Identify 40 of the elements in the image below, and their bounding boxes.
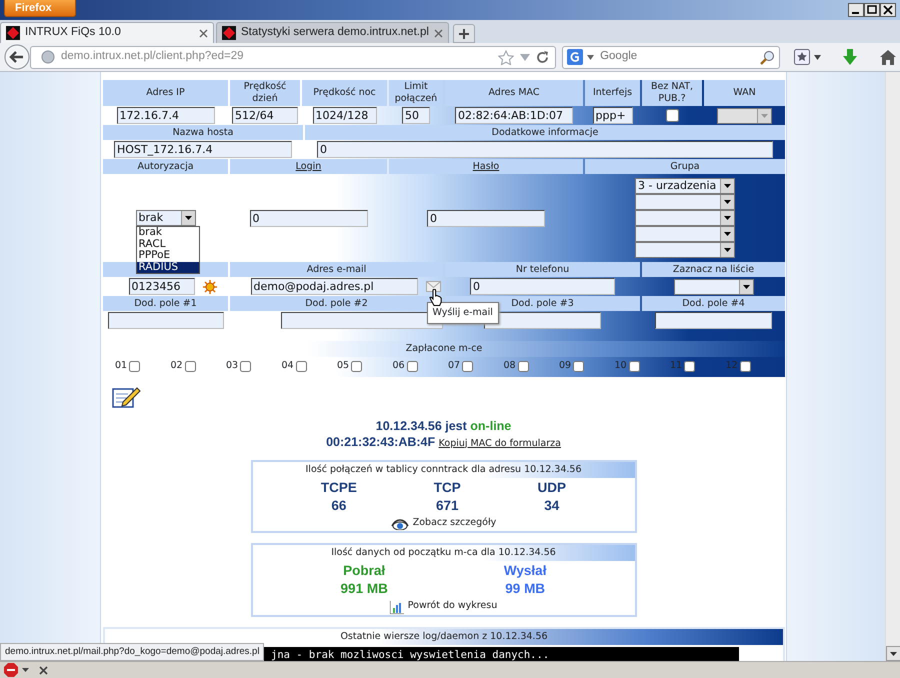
field-label: Adres MAC [445, 80, 583, 106]
field-label: Nazwa hosta [103, 125, 303, 140]
stat-label: UDP [538, 480, 566, 496]
field-label: Dodatkowe informacje [305, 125, 785, 140]
month-label: 08 [504, 359, 516, 374]
month-label: 07 [448, 359, 460, 374]
field-label: Prędkość dzień [230, 80, 300, 106]
month-label: 04 [282, 359, 294, 374]
month-label: 03 [226, 359, 238, 374]
stat-value: 99 MB [505, 581, 546, 598]
field-label: Adres IP [103, 80, 228, 106]
month-label: 06 [392, 359, 405, 374]
stat-value: 66 [331, 498, 346, 514]
month-label: 09 [559, 359, 572, 374]
field-label: Nr telefonu [445, 262, 640, 277]
field-label: Dod. pole #4 [642, 296, 785, 311]
month-label: 02 [170, 359, 183, 374]
field-label: Autoryzacja [103, 159, 228, 174]
stat-value: 671 [436, 498, 458, 514]
field-label: WAN [704, 80, 785, 106]
month-label: 01 [115, 359, 128, 374]
stat-value: 34 [544, 498, 560, 514]
month-label: 12 [726, 359, 738, 374]
field-label: Bez NAT, PUB.? [642, 80, 702, 106]
field-label: Dod. pole #1 [103, 296, 228, 311]
status-link-preview: demo.intrux.net.pl/mail.php?do_kogo=demo@podaj.adres.pl [0, 642, 264, 661]
field-label: Prędkość noc [302, 80, 387, 106]
field-label: Interfejs [585, 80, 640, 106]
month-label: 11 [670, 359, 682, 374]
field-label: Grupa [585, 159, 785, 174]
stat-value: 991 MB [340, 581, 388, 598]
month-label: 05 [337, 359, 350, 374]
stat-label: TCPE [320, 480, 357, 496]
month-label: 10 [614, 359, 627, 374]
stat-label: Pobrał [343, 563, 386, 580]
mac-address: 00:21:32:43:AB:4F [326, 434, 436, 448]
stat-label: Wysłał [504, 563, 546, 580]
stat-label: TCP [434, 480, 461, 496]
status-text: 10.12.34.56 jest on-line [374, 418, 512, 434]
field-label: Zaznacz na liście [642, 262, 785, 277]
